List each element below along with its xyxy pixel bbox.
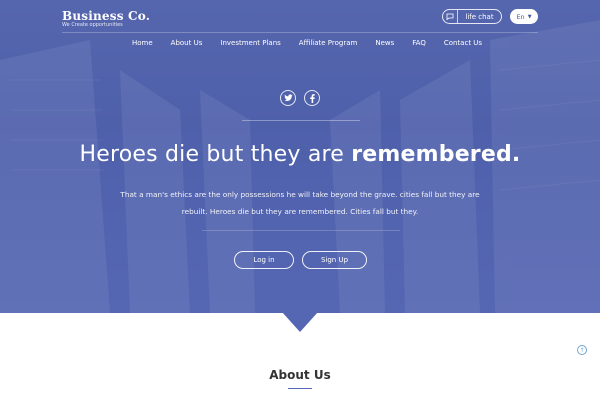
header-divider [62,32,538,33]
live-chat-button[interactable]: life chat [442,9,502,24]
hero-headline: Heroes die but they are remembered. [0,142,600,167]
nav-item-about-us[interactable]: About Us [163,39,211,47]
login-button[interactable]: Log in [234,251,294,269]
language-select[interactable]: En ▼ [510,9,538,24]
facebook-icon[interactable] [304,90,320,106]
nav-item-news[interactable]: News [367,39,402,47]
signup-button[interactable]: Sign Up [302,251,367,269]
nav-item-faq[interactable]: FAQ [404,39,434,47]
twitter-icon[interactable] [280,90,296,106]
nav-item-affiliate-program[interactable]: Affiliate Program [291,39,366,47]
hero-divider-bottom [202,230,400,231]
about-title-underline [288,388,312,389]
social-links [280,90,320,106]
nav-item-contact-us[interactable]: Contact Us [436,39,490,47]
nav-item-home[interactable]: Home [124,39,161,47]
site-header: Business Co. We Create opportunities lif… [0,0,600,56]
main-nav: Home About Us Investment Plans Affiliate… [124,39,490,47]
logo-tagline: We Create opportunities [62,22,123,28]
nav-item-investment-plans[interactable]: Investment Plans [212,39,288,47]
hero-pointer-notch [282,312,318,332]
logo[interactable]: Business Co. We Create opportunities [62,9,150,28]
hero-headline-bold: remembered. [351,142,521,167]
scroll-to-top-icon[interactable]: ↑ [577,345,587,355]
live-chat-label: life chat [465,12,494,21]
chevron-down-icon: ▼ [527,13,532,20]
hero-description: That a man's ethics are the only possess… [120,190,480,216]
hero-divider-top [242,120,360,121]
hero-actions: Log in Sign Up [234,251,367,269]
about-section-title: About Us [269,368,331,382]
logo-name: Business Co. [62,9,151,23]
chat-bubble-icon [443,10,458,23]
language-value: En [516,12,525,21]
hero-headline-light: Heroes die but they are [79,142,352,167]
hero-section: Business Co. We Create opportunities lif… [0,0,600,313]
